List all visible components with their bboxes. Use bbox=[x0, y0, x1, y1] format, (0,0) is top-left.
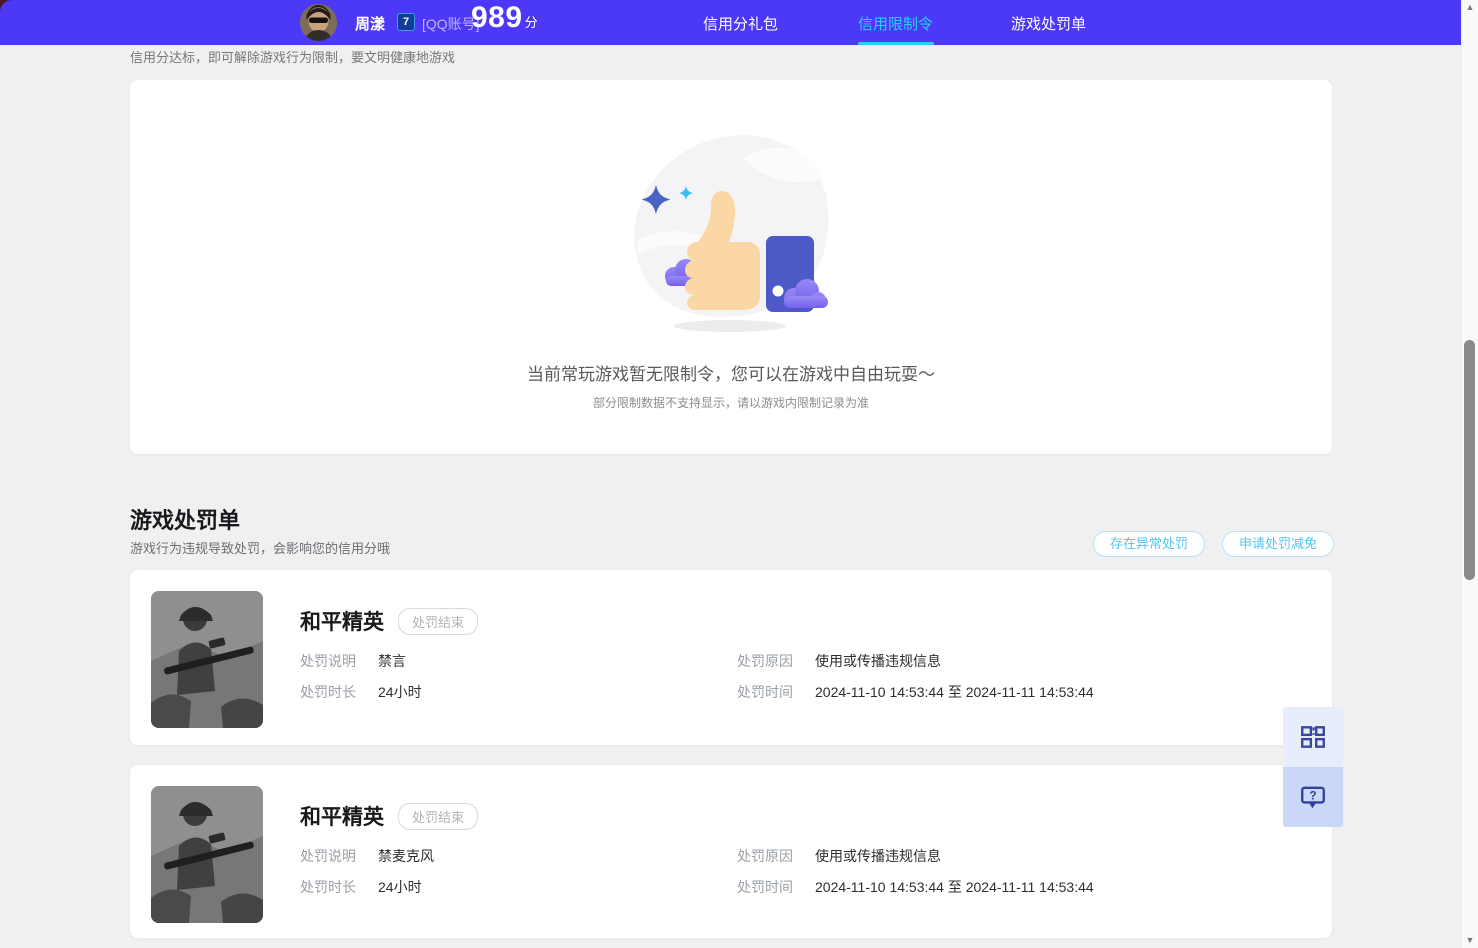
penalty-reason-label: 处罚原因 bbox=[737, 848, 793, 864]
abnormal-penalty-button[interactable]: 存在异常处罚 bbox=[1093, 531, 1206, 557]
penalty-time-value: 2024-11-10 14:53:44 至 2024-11-11 14:53:4… bbox=[815, 879, 1094, 895]
no-restriction-message: 当前常玩游戏暂无限制令，您可以在游戏中自由玩耍～ bbox=[527, 365, 935, 384]
level-badge: 7 bbox=[397, 13, 415, 31]
qr-code-icon bbox=[1301, 726, 1325, 748]
penalty-status-badge: 处罚结束 bbox=[398, 802, 479, 830]
credit-tip-text: 信用分达标，即可解除游戏行为限制，要文明健康地游戏 bbox=[130, 50, 456, 65]
thumbs-up-illustration bbox=[626, 130, 836, 340]
penalty-desc-value: 禁言 bbox=[378, 653, 406, 669]
penalty-section-subtitle: 游戏行为违规导致处罚，会影响您的信用分哦 bbox=[130, 541, 391, 556]
penalty-time-value: 2024-11-10 14:53:44 至 2024-11-11 14:53:4… bbox=[815, 684, 1094, 700]
penalty-reason-value: 使用或传播违规信息 bbox=[815, 848, 941, 864]
active-tab-underline bbox=[858, 42, 934, 45]
credit-score-value: 989 bbox=[471, 1, 523, 34]
penalty-card: 和平精英 处罚结束 处罚说明 禁言 处罚时长 24小时 处罚原因 使用或传播违规信息 … bbox=[130, 570, 1332, 745]
penalty-duration-label: 处罚时长 bbox=[300, 684, 356, 700]
avatar-image bbox=[300, 4, 337, 41]
svg-text:?: ? bbox=[1309, 789, 1316, 803]
penalty-time-label: 处罚时间 bbox=[737, 879, 793, 895]
scrollbar-down-arrow[interactable]: ▼ bbox=[1465, 936, 1475, 945]
tab-credit-restriction[interactable]: 信用限制令 bbox=[858, 13, 933, 34]
penalty-desc-value: 禁麦克风 bbox=[378, 848, 434, 864]
credit-score-unit: 分 bbox=[524, 15, 538, 30]
help-bubble-icon: ? bbox=[1301, 786, 1325, 809]
penalty-desc-label: 处罚说明 bbox=[300, 653, 356, 669]
penalty-reason-value: 使用或传播违规信息 bbox=[815, 653, 941, 669]
game-thumbnail bbox=[151, 786, 263, 923]
qr-code-button[interactable] bbox=[1283, 707, 1343, 767]
credit-score: 989 分 bbox=[471, 1, 538, 35]
tab-credit-gift[interactable]: 信用分礼包 bbox=[703, 13, 778, 34]
scrollbar-thumb[interactable] bbox=[1464, 340, 1475, 580]
no-restriction-note: 部分限制数据不支持显示，请以游戏内限制记录为准 bbox=[592, 396, 869, 410]
top-header-bar: 周漾 7 [QQ账号] 989 分 信用分礼包 信用限制令 游戏处罚单 bbox=[0, 0, 1461, 45]
penalty-section-title: 游戏处罚单 bbox=[130, 508, 241, 533]
game-title: 和平精英 bbox=[300, 806, 384, 829]
penalty-desc-label: 处罚说明 bbox=[300, 848, 356, 864]
penalty-duration-label: 处罚时长 bbox=[300, 879, 356, 895]
penalty-duration-value: 24小时 bbox=[378, 684, 422, 700]
game-title: 和平精英 bbox=[300, 611, 384, 634]
avatar bbox=[300, 4, 337, 41]
scrollbar-up-arrow[interactable]: ▲ bbox=[1465, 3, 1475, 12]
penalty-card: 和平精英 处罚结束 处罚说明 禁麦克风 处罚时长 24小时 处罚原因 使用或传播违规信… bbox=[130, 765, 1332, 938]
username: 周漾 bbox=[355, 16, 386, 33]
penalty-reason-label: 处罚原因 bbox=[737, 653, 793, 669]
tab-game-penalty[interactable]: 游戏处罚单 bbox=[1011, 13, 1086, 34]
penalty-duration-value: 24小时 bbox=[378, 879, 422, 895]
penalty-time-label: 处罚时间 bbox=[737, 684, 793, 700]
help-button[interactable]: ? bbox=[1283, 767, 1343, 827]
game-thumbnail bbox=[151, 591, 263, 728]
penalty-status-badge: 处罚结束 bbox=[398, 607, 479, 635]
no-restriction-card: 当前常玩游戏暂无限制令，您可以在游戏中自由玩耍～ 部分限制数据不支持显示，请以游… bbox=[130, 80, 1332, 454]
penalty-reduction-button[interactable]: 申请处罚减免 bbox=[1222, 531, 1335, 557]
